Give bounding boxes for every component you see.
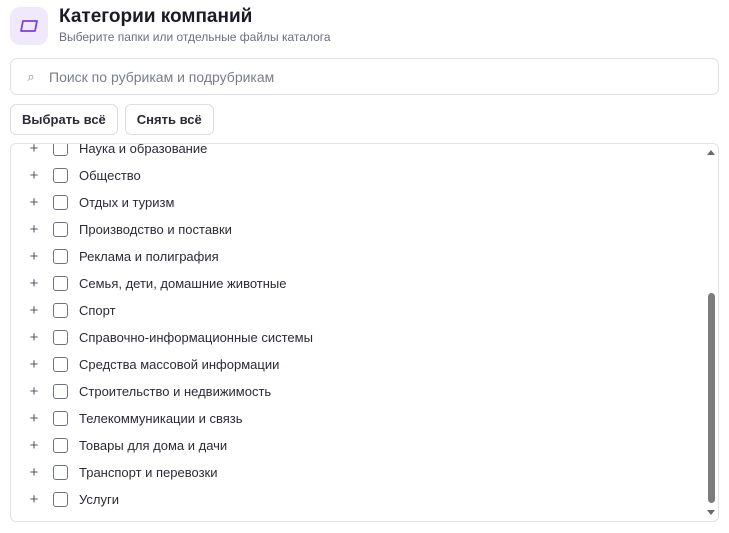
scrollbar-thumb[interactable] [708, 293, 715, 503]
category-label: Производство и поставки [79, 222, 232, 237]
scroll-down-arrow-icon[interactable] [707, 510, 715, 515]
expand-icon[interactable]: + [28, 297, 40, 324]
category-checkbox[interactable] [53, 276, 68, 291]
category-list: + Наука и образование + Общество + Отдых и ту… [11, 143, 704, 513]
folder-icon [10, 6, 48, 45]
panel-header: Категории компаний Выберите папки или от… [10, 6, 331, 45]
search-bar[interactable]: ⌕ [10, 58, 719, 95]
expand-icon[interactable]: + [28, 162, 40, 189]
category-checkbox[interactable] [53, 357, 68, 372]
expand-icon[interactable]: + [28, 486, 40, 513]
category-checkbox[interactable] [53, 438, 68, 453]
category-checkbox[interactable] [53, 492, 68, 507]
header-text: Категории компаний Выберите папки или от… [59, 6, 331, 45]
search-input[interactable] [49, 59, 718, 94]
expand-icon[interactable]: + [28, 144, 40, 162]
category-label: Услуги [79, 492, 119, 507]
list-item[interactable]: + Семья, дети, домашние животные [11, 270, 704, 297]
list-item[interactable]: + Средства массовой информации [11, 351, 704, 378]
list-item[interactable]: + Спорт [11, 297, 704, 324]
expand-icon[interactable]: + [28, 189, 40, 216]
company-categories-panel: Категории компаний Выберите папки или от… [0, 0, 729, 533]
category-checkbox[interactable] [53, 384, 68, 399]
category-label: Товары для дома и дачи [79, 438, 228, 453]
list-item[interactable]: + Телекоммуникации и связь [11, 405, 704, 432]
expand-icon[interactable]: + [28, 405, 40, 432]
list-item[interactable]: + Отдых и туризм [11, 189, 704, 216]
scroll-up-arrow-icon[interactable] [707, 150, 715, 155]
deselect-all-button[interactable]: Снять всё [124, 104, 214, 135]
scrollbar[interactable] [704, 144, 718, 521]
expand-icon[interactable]: + [28, 432, 40, 459]
expand-icon[interactable]: + [28, 270, 40, 297]
search-icon: ⌕ [27, 68, 35, 84]
category-label: Наука и образование [79, 143, 208, 156]
expand-icon[interactable]: + [28, 324, 40, 351]
expand-icon[interactable]: + [28, 243, 40, 270]
category-label: Транспорт и перевозки [79, 465, 218, 480]
expand-icon[interactable]: + [28, 216, 40, 243]
category-checkbox[interactable] [53, 249, 68, 264]
category-label: Средства массовой информации [79, 357, 280, 372]
category-label: Телекоммуникации и связь [79, 411, 243, 426]
category-checkbox[interactable] [53, 330, 68, 345]
page-title: Категории компаний [59, 6, 253, 27]
list-item[interactable]: + Производство и поставки [11, 216, 704, 243]
expand-icon[interactable]: + [28, 378, 40, 405]
list-item[interactable]: + Товары для дома и дачи [11, 432, 704, 459]
category-tree[interactable]: + Наука и образование + Общество + Отдых и ту… [10, 143, 719, 522]
category-label: Отдых и туризм [79, 195, 175, 210]
category-label: Справочно-информационные системы [79, 330, 313, 345]
list-item[interactable]: + Справочно-информационные системы [11, 324, 704, 351]
expand-icon[interactable]: + [28, 459, 40, 486]
bulk-actions: Выбрать всё Снять всё [10, 104, 214, 135]
list-item[interactable]: + Транспорт и перевозки [11, 459, 704, 486]
list-item[interactable]: + Общество [11, 162, 704, 189]
category-label: Общество [79, 168, 141, 183]
category-checkbox[interactable] [53, 303, 68, 318]
category-label: Строительство и недвижимость [79, 384, 272, 399]
category-label: Реклама и полиграфия [79, 249, 219, 264]
page-subtitle: Выберите папки или отдельные файлы катал… [59, 30, 331, 44]
category-checkbox[interactable] [53, 144, 68, 156]
category-label: Спорт [79, 303, 116, 318]
select-all-button[interactable]: Выбрать всё [10, 104, 118, 135]
category-checkbox[interactable] [53, 168, 68, 183]
list-item[interactable]: + Наука и образование [11, 143, 704, 162]
category-checkbox[interactable] [53, 411, 68, 426]
category-checkbox[interactable] [53, 195, 68, 210]
list-item[interactable]: + Услуги [11, 486, 704, 513]
expand-icon[interactable]: + [28, 351, 40, 378]
category-checkbox[interactable] [53, 465, 68, 480]
list-item[interactable]: + Строительство и недвижимость [11, 378, 704, 405]
category-label: Семья, дети, домашние животные [79, 276, 287, 291]
list-item[interactable]: + Реклама и полиграфия [11, 243, 704, 270]
category-checkbox[interactable] [53, 222, 68, 237]
